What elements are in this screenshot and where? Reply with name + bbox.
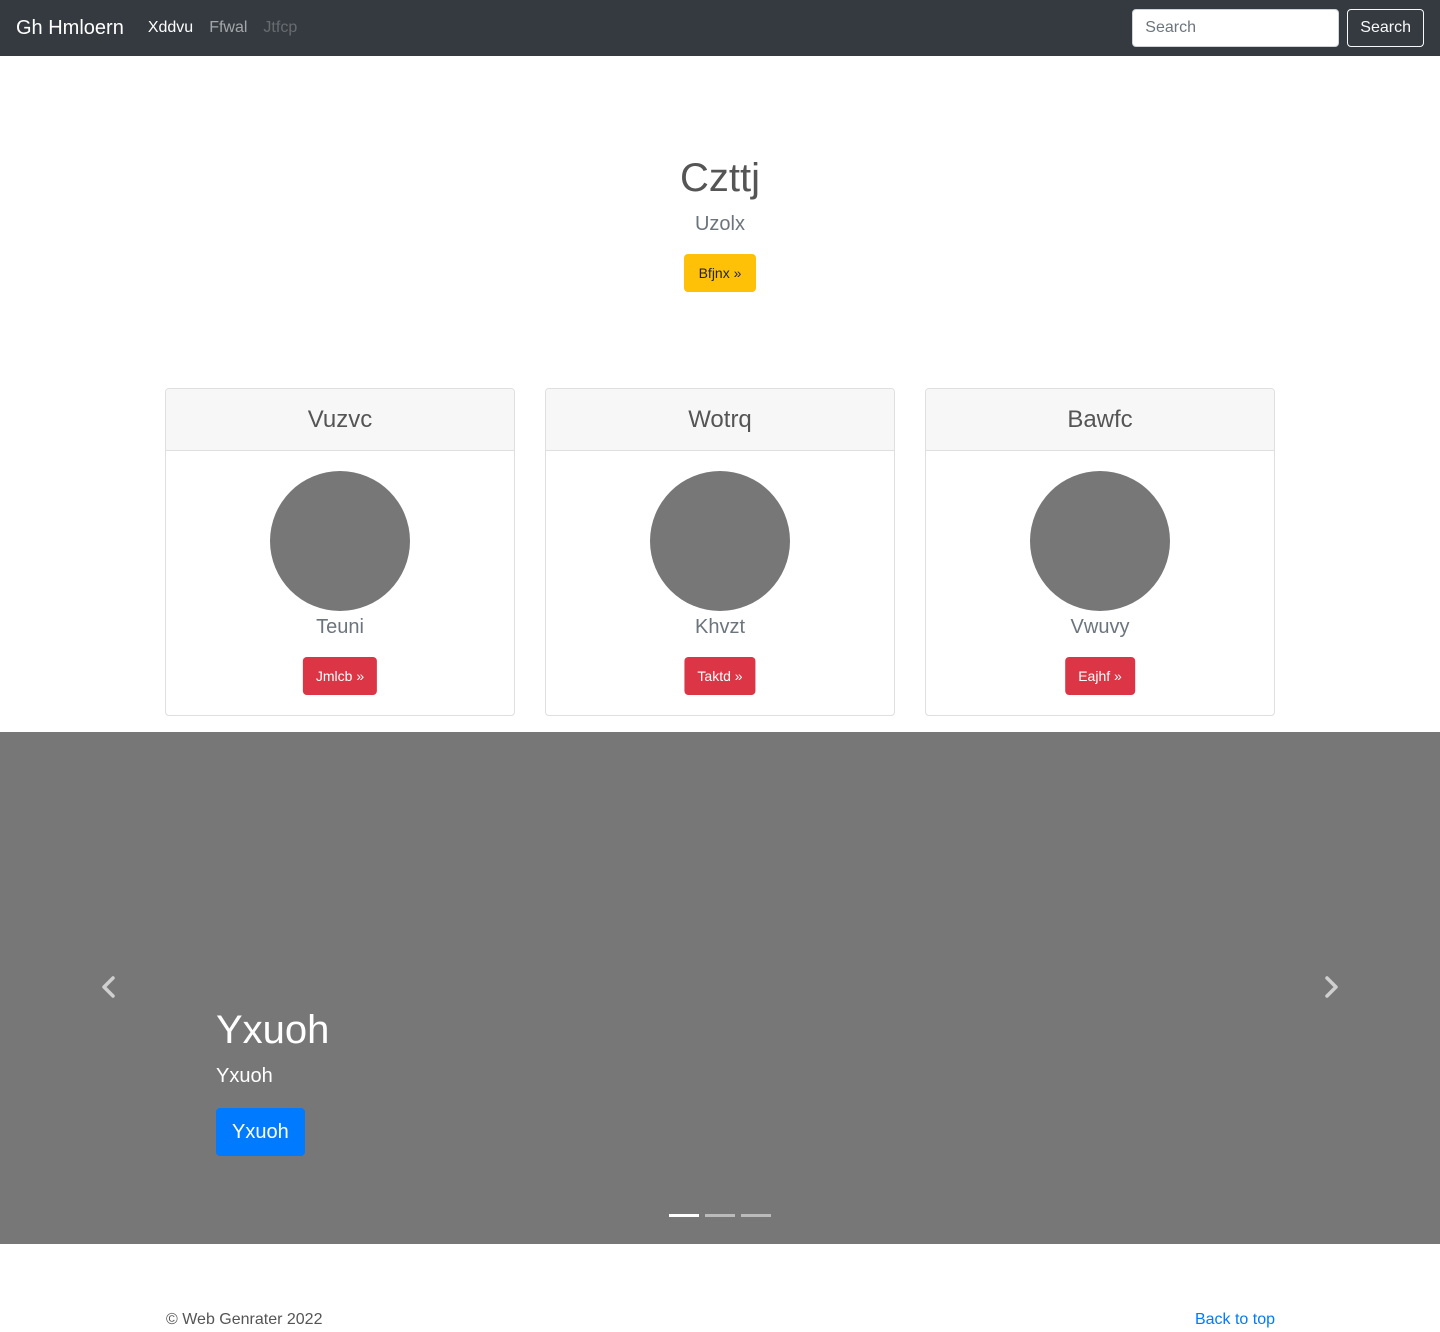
carousel-next-button[interactable]	[1317, 972, 1347, 1002]
carousel-subtitle: Yxuoh	[216, 1065, 273, 1087]
carousel-button[interactable]: Yxuoh	[216, 1108, 305, 1156]
card-text: Vwuvy	[1070, 616, 1130, 638]
back-to-top-link[interactable]: Back to top	[1195, 1311, 1275, 1329]
card-title: Vuzvc	[166, 389, 514, 451]
carousel: Yxuoh Yxuoh Yxuoh	[0, 732, 1440, 1244]
card-image-placeholder	[1030, 471, 1170, 611]
nav-link-xddvu[interactable]: Xddvu	[148, 19, 193, 37]
chevron-left-icon	[102, 976, 115, 998]
navbar: Gh Hmloern Xddvu Ffwal Jtfcp Search	[0, 0, 1440, 56]
hero-button[interactable]: Bfjnx »	[684, 254, 756, 292]
card: Bawfc Vwuvy Eajhf »	[925, 388, 1275, 716]
chevron-right-icon	[1325, 976, 1338, 998]
hero-title: Czttj	[680, 156, 760, 200]
carousel-indicators	[669, 1214, 777, 1217]
card-button[interactable]: Taktd »	[684, 657, 756, 695]
carousel-indicator-2[interactable]	[705, 1214, 735, 1217]
carousel-title: Yxuoh	[216, 1008, 330, 1052]
card-button[interactable]: Jmlcb »	[302, 657, 378, 695]
card-image-placeholder	[650, 471, 790, 611]
card-text: Khvzt	[694, 616, 746, 638]
carousel-prev-button[interactable]	[93, 972, 123, 1002]
card-image-placeholder	[270, 471, 410, 611]
nav-link-jtfcp: Jtfcp	[263, 19, 298, 36]
hero-section: Czttj Uzolx Bfjnx »	[0, 56, 1440, 356]
nav-link-ffwal[interactable]: Ffwal	[209, 19, 247, 37]
card-title: Wotrq	[546, 389, 894, 451]
carousel-indicator-3[interactable]	[741, 1214, 771, 1217]
search-input[interactable]	[1132, 9, 1340, 47]
search-form: Search	[1132, 9, 1424, 47]
card: Wotrq Khvzt Taktd »	[545, 388, 895, 716]
card: Vuzvc Teuni Jmlcb »	[165, 388, 515, 716]
carousel-indicator-1[interactable]	[669, 1214, 699, 1217]
card-button[interactable]: Eajhf »	[1065, 657, 1135, 695]
footer-copyright: © Web Genrater 2022	[166, 1311, 323, 1328]
hero-subtitle: Uzolx	[694, 213, 745, 235]
brand-link[interactable]: Gh Hmloern	[16, 17, 124, 40]
card-title: Bawfc	[926, 389, 1274, 451]
nav-links: Xddvu Ffwal Jtfcp	[148, 19, 313, 37]
carousel-caption: Yxuoh Yxuoh Yxuoh	[216, 1004, 330, 1156]
search-button[interactable]: Search	[1347, 9, 1424, 47]
card-text: Teuni	[316, 616, 364, 638]
